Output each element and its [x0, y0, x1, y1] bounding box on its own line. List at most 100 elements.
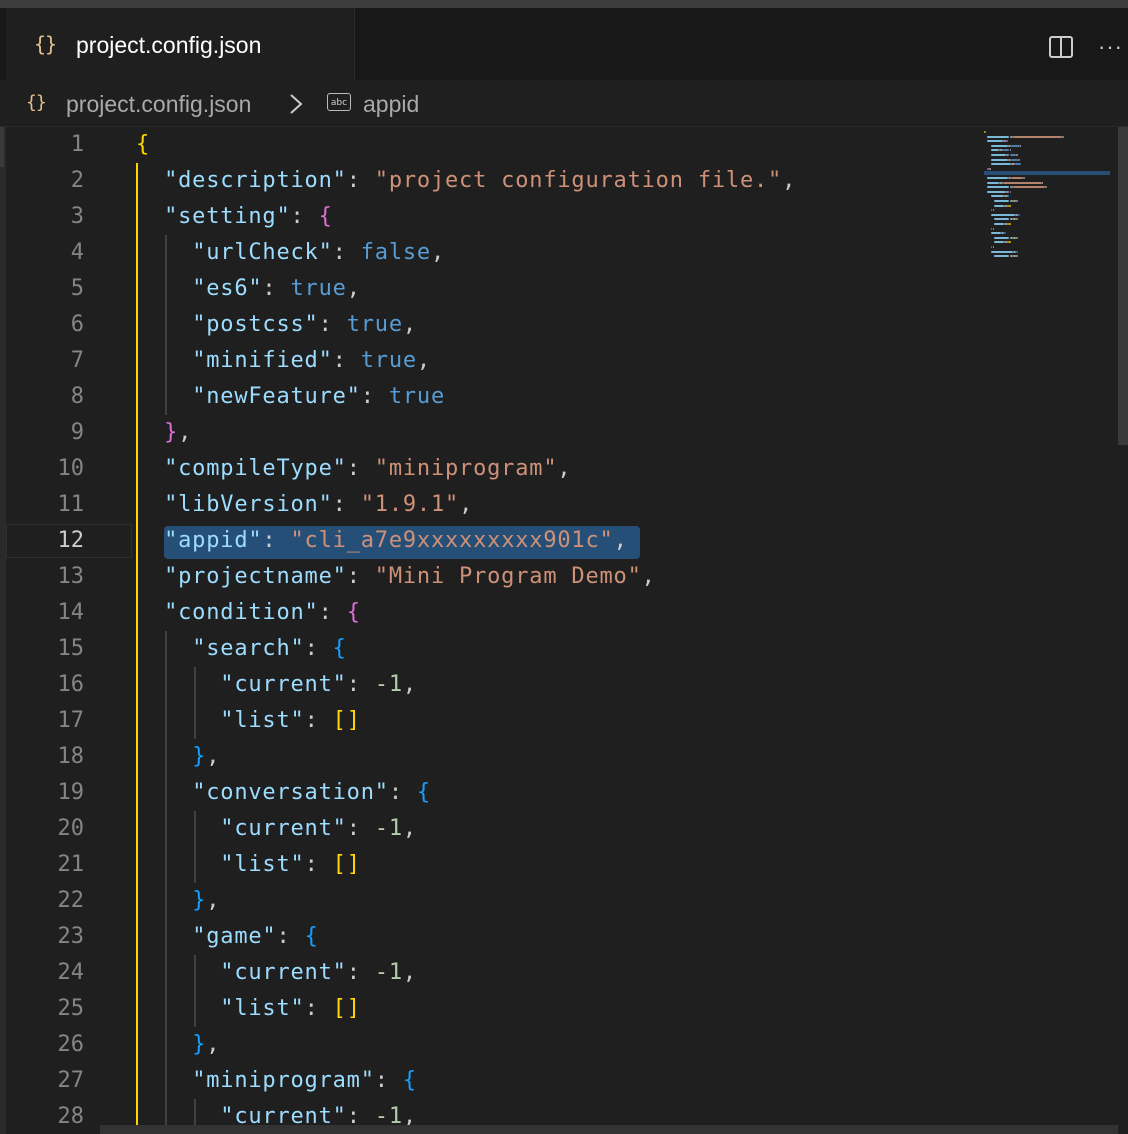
- code-line[interactable]: "newFeature": true: [136, 379, 445, 415]
- line-number: 24: [57, 960, 85, 985]
- window-top-strip: [0, 0, 1128, 8]
- code-line[interactable]: "projectname": "Mini Program Demo",: [136, 559, 656, 595]
- tab-project-config[interactable]: {} project.config.json: [6, 8, 355, 80]
- code-token: ,: [402, 672, 417, 697]
- code-line[interactable]: },: [136, 415, 192, 451]
- minimap-token: [1018, 158, 1020, 161]
- line-number: 14: [57, 600, 85, 625]
- code-line[interactable]: "current": -1,: [136, 667, 417, 703]
- minimap-token: [1006, 154, 1010, 156]
- code-editor[interactable]: 1 2 3 4 5 6 7 8 9 10 11 12 13 14 15 16 17 18 19 20 21 22 23 24 2…: [0, 127, 1128, 1134]
- code-line[interactable]: "list": []: [136, 847, 361, 883]
- code-line[interactable]: "game": {: [136, 919, 319, 955]
- minimap-token: [1045, 186, 1047, 189]
- breadcrumb-file[interactable]: project.config.json: [66, 91, 251, 118]
- minimap[interactable]: [984, 127, 1116, 387]
- code-token: "list": [220, 708, 305, 733]
- minimap-token: [1009, 154, 1017, 156]
- line-number: 11: [57, 492, 85, 517]
- code-token: :: [318, 312, 347, 337]
- breadcrumb-symbol[interactable]: appid: [363, 91, 419, 118]
- minimap-token: [1016, 200, 1018, 202]
- minimap-token: [1007, 223, 1012, 225]
- code-line[interactable]: },: [136, 739, 220, 775]
- minimap-token: [994, 255, 1010, 258]
- minimap-token: [1016, 154, 1018, 156]
- tab-bar: {} project.config.json ···: [0, 8, 1128, 80]
- code-line[interactable]: "conversation": {: [136, 775, 431, 811]
- code-token: :: [332, 348, 361, 373]
- code-token: []: [332, 852, 361, 877]
- code-line[interactable]: "current": -1,: [136, 955, 417, 991]
- minimap-token: [1016, 236, 1018, 239]
- minimap-token: [994, 223, 1005, 225]
- code-line[interactable]: "list": []: [136, 703, 361, 739]
- code-line[interactable]: },: [136, 883, 220, 919]
- code-line[interactable]: "search": {: [136, 631, 347, 667]
- line-number: 21: [57, 852, 85, 877]
- code-line[interactable]: "minified": true,: [136, 343, 431, 379]
- code-line[interactable]: "compileType": "miniprogram",: [136, 451, 571, 487]
- vertical-scrollbar[interactable]: [1118, 127, 1128, 445]
- minimap-token: [1011, 158, 1018, 161]
- code-line[interactable]: "description": "project configuration fi…: [136, 163, 796, 199]
- code-token: ,: [459, 492, 474, 517]
- editor-left-stripe: [0, 127, 6, 1134]
- code-line[interactable]: "condition": {: [136, 595, 361, 631]
- more-actions-icon[interactable]: ···: [1098, 34, 1123, 60]
- line-number: 5: [70, 276, 84, 301]
- json-braces-icon: {}: [34, 32, 57, 56]
- code-line[interactable]: "urlCheck": false,: [136, 235, 445, 271]
- minimap-token: [1016, 250, 1018, 253]
- line-number: 13: [57, 564, 85, 589]
- code-line[interactable]: },: [136, 1027, 220, 1063]
- code-line[interactable]: "appid": "cli_a7e9xxxxxxxxx901c",: [136, 523, 628, 559]
- line-number: 19: [57, 780, 85, 805]
- code-token: :: [276, 924, 305, 949]
- minimap-token: [990, 158, 1008, 161]
- code-line[interactable]: "miniprogram": {: [136, 1063, 417, 1099]
- code-token: "appid": [164, 528, 263, 553]
- split-editor-icon[interactable]: [1048, 34, 1074, 60]
- minimap-token: [990, 232, 1001, 235]
- minimap-token: [990, 195, 1005, 198]
- code-token: "condition": [164, 600, 319, 625]
- code-line[interactable]: "setting": {: [136, 199, 333, 235]
- line-number: 17: [57, 708, 85, 733]
- code-token: "miniprogram": [374, 456, 558, 481]
- code-token: []: [332, 708, 361, 733]
- line-number: 3: [70, 204, 84, 229]
- code-line[interactable]: "current": -1,: [136, 811, 417, 847]
- minimap-token: [989, 167, 991, 170]
- code-line[interactable]: {: [136, 127, 150, 163]
- minimap-token: [1004, 232, 1007, 235]
- minimap-token: [992, 209, 995, 212]
- code-line[interactable]: "libVersion": "1.9.1",: [136, 487, 473, 523]
- code-line[interactable]: "es6": true,: [136, 271, 361, 307]
- horizontal-scrollbar[interactable]: [100, 1125, 1118, 1134]
- line-number: 8: [70, 384, 84, 409]
- code-line[interactable]: "postcss": true,: [136, 307, 417, 343]
- minimap-token: [1006, 190, 1010, 193]
- json-braces-icon: {}: [26, 92, 47, 113]
- code-token: "libVersion": [164, 492, 333, 517]
- code-token: :: [318, 600, 347, 625]
- minimap-token: [994, 236, 1010, 239]
- code-token: :: [304, 852, 333, 877]
- chevron-right-icon: [290, 94, 303, 114]
- minimap-token: [987, 135, 1010, 138]
- code-token: ,: [430, 240, 446, 265]
- line-number: 18: [57, 744, 85, 769]
- code-line[interactable]: "list": []: [136, 991, 361, 1027]
- minimap-token: [1018, 213, 1020, 216]
